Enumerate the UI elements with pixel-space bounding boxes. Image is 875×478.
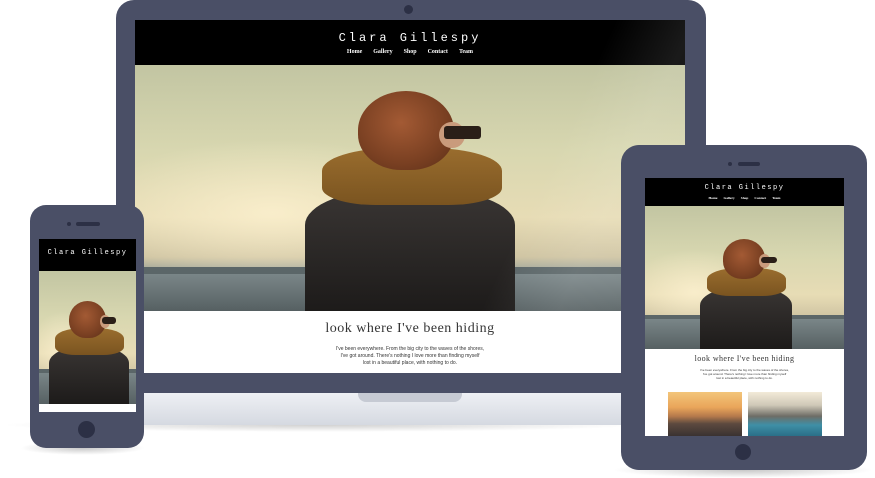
tablet-hero-image xyxy=(645,206,844,349)
nav-item-contact[interactable]: Contact xyxy=(754,196,766,200)
intro-line: I've got around. There's nothing I love … xyxy=(340,353,480,359)
hero-person xyxy=(305,91,515,311)
intro-line: lost in a beautiful place, with nothing … xyxy=(716,376,773,380)
tablet-intro-section: look where I've been hiding I've been ev… xyxy=(645,349,844,436)
tablet-site-nav: Home Gallery Shop Contact Team xyxy=(645,196,844,200)
tablet-site-header: Clara Gillespy Home Gallery Shop Contact… xyxy=(645,178,844,206)
laptop-screen: Clara Gillespy Home Gallery Shop Contact… xyxy=(135,20,685,373)
nav-item-gallery[interactable]: Gallery xyxy=(373,49,392,55)
tablet-camera-icon xyxy=(728,162,732,166)
gallery-thumb-city[interactable] xyxy=(668,392,742,436)
phone-camera-icon xyxy=(67,222,71,226)
site-header: Clara Gillespy Home Gallery Shop Contact… xyxy=(135,20,685,65)
tablet-speaker-icon xyxy=(738,162,760,166)
laptop-camera-icon xyxy=(404,5,413,14)
laptop-hinge-notch xyxy=(358,393,462,402)
nav-item-home[interactable]: Home xyxy=(709,196,718,200)
gallery-thumb-coast[interactable] xyxy=(748,392,822,436)
hero-image xyxy=(135,65,685,311)
nav-item-shop[interactable]: Shop xyxy=(404,49,417,55)
phone-screen: Clara Gillespy xyxy=(39,239,136,412)
phone-hero-person xyxy=(49,301,129,404)
nav-item-team[interactable]: Team xyxy=(772,196,780,200)
tablet-site-title[interactable]: Clara Gillespy xyxy=(645,184,844,192)
nav-item-contact[interactable]: Contact xyxy=(428,49,448,55)
tablet-headline: look where I've been hiding xyxy=(694,354,795,363)
nav-item-shop[interactable]: Shop xyxy=(741,196,749,200)
intro-line: I've been everywhere. From the big city … xyxy=(335,346,485,352)
intro-line: lost in a beautiful place, with nothing … xyxy=(362,360,458,366)
tablet-screen: Clara Gillespy Home Gallery Shop Contact… xyxy=(645,178,844,436)
nav-item-home[interactable]: Home xyxy=(347,49,362,55)
intro-section: look where I've been hiding I've been ev… xyxy=(135,311,685,373)
tablet-home-button[interactable] xyxy=(735,444,751,460)
phone-site-header: Clara Gillespy xyxy=(39,239,136,271)
nav-item-team[interactable]: Team xyxy=(459,49,473,55)
phone-hero-image xyxy=(39,271,136,404)
tablet-hero-person xyxy=(700,239,792,349)
phone-home-button[interactable] xyxy=(78,421,95,438)
headline: look where I've been hiding xyxy=(325,321,495,336)
nav-item-gallery[interactable]: Gallery xyxy=(723,196,734,200)
phone-speaker-icon xyxy=(76,222,100,226)
phone-site-title[interactable]: Clara Gillespy xyxy=(39,249,136,257)
tablet-intro-paragraph: I've been everywhere. From the big city … xyxy=(645,368,844,380)
site-title[interactable]: Clara Gillespy xyxy=(135,31,685,45)
intro-paragraph: I've been everywhere. From the big city … xyxy=(135,346,685,367)
site-nav: Home Gallery Shop Contact Team xyxy=(135,49,685,55)
